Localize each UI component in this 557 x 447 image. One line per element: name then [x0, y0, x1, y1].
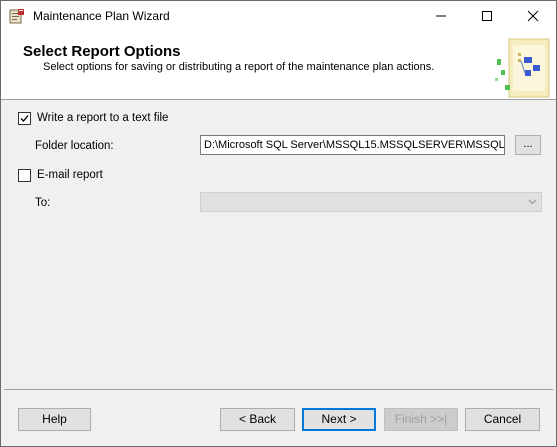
to-label: To: — [35, 197, 51, 209]
close-icon — [527, 10, 539, 22]
folder-location-input[interactable]: D:\Microsoft SQL Server\MSSQL15.MSSQLSER… — [200, 135, 505, 155]
write-text-file-label[interactable]: Write a report to a text file — [37, 112, 168, 124]
next-button[interactable]: Next > — [302, 408, 376, 431]
email-report-label[interactable]: E-mail report — [37, 169, 103, 181]
maintenance-plan-icon — [9, 8, 25, 24]
finish-button[interactable]: Finish >>| — [384, 408, 458, 431]
wizard-window: Maintenance Plan Wizard Select Report Op… — [0, 0, 557, 447]
close-button[interactable] — [510, 1, 556, 31]
page-title: Select Report Options — [23, 43, 181, 60]
folder-location-label: Folder location: — [35, 140, 114, 152]
footer-divider — [4, 389, 553, 390]
minimize-icon — [436, 15, 446, 17]
title-bar[interactable]: Maintenance Plan Wizard — [1, 1, 556, 31]
maximize-button[interactable] — [464, 1, 510, 31]
chevron-down-icon — [528, 199, 537, 205]
wizard-header: Select Report Options Select options for… — [1, 31, 556, 100]
email-report-checkbox[interactable] — [18, 169, 31, 182]
wizard-graphic-icon — [495, 38, 550, 98]
checkmark-icon — [20, 115, 29, 122]
window-title: Maintenance Plan Wizard — [33, 9, 170, 23]
minimize-button[interactable] — [418, 1, 464, 31]
help-button[interactable]: Help — [18, 408, 91, 431]
page-subtitle: Select options for saving or distributin… — [43, 61, 435, 73]
back-button[interactable]: < Back — [220, 408, 295, 431]
maximize-icon — [482, 11, 492, 21]
email-recipient-select[interactable] — [200, 192, 542, 212]
cancel-button[interactable]: Cancel — [465, 408, 540, 431]
write-text-file-checkbox[interactable] — [18, 112, 31, 125]
browse-folder-button[interactable]: ... — [515, 135, 541, 155]
